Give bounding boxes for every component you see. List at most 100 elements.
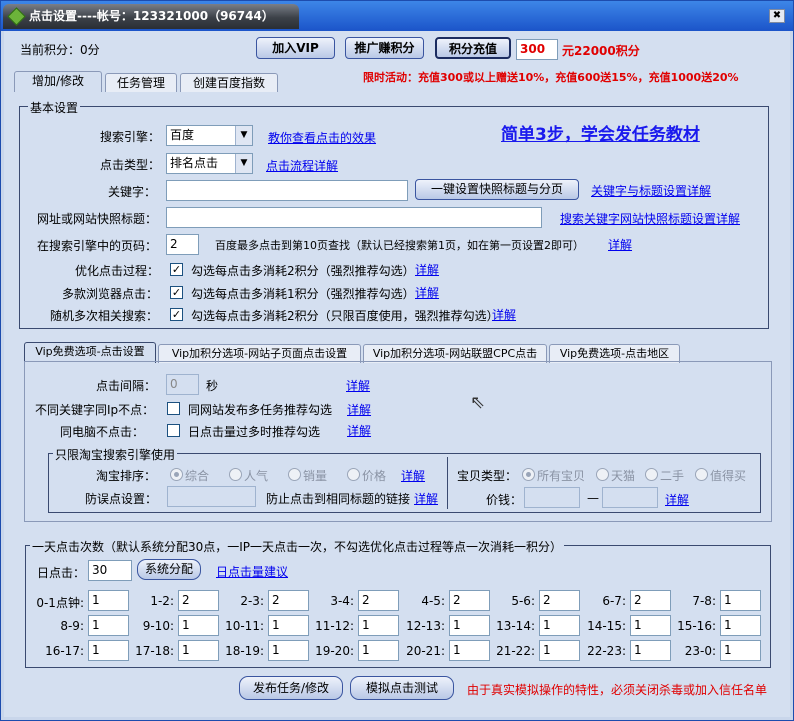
same-pc-label: 同电脑不点击： xyxy=(60,425,145,439)
multi-browser-help-link[interactable]: 详解 xyxy=(415,284,439,301)
simulate-click-button[interactable]: 模拟点击测试 xyxy=(350,676,454,700)
price-max-input[interactable] xyxy=(602,487,658,508)
points-label: 当前积分：0分 xyxy=(20,43,100,57)
engine-select[interactable]: 百度 ▼ xyxy=(166,125,253,146)
type-option-3: 值得买 xyxy=(710,469,747,483)
tab-add-modify[interactable]: 增加/修改 xyxy=(14,71,102,92)
keyword-help-link[interactable]: 关键字与标题设置详解 xyxy=(591,182,711,199)
tab-baidu-index[interactable]: 创建百度指数 xyxy=(180,73,278,92)
optimize-checkbox[interactable]: ✓ xyxy=(170,263,183,276)
recharge-amount-input[interactable]: 300 xyxy=(516,39,558,60)
daily-help-link[interactable]: 日点击量建议 xyxy=(216,563,288,580)
hour-input[interactable]: 1 xyxy=(720,640,761,661)
keyword-input[interactable] xyxy=(166,180,408,201)
optimize-text: 勾选每点击多消耗2积分（强烈推荐勾选） xyxy=(191,264,415,278)
join-vip-button[interactable]: 加入VIP xyxy=(256,37,335,59)
same-ip-label: 不同关键字同Ip不点： xyxy=(35,403,155,417)
hour-label: 2-3: xyxy=(240,594,264,608)
hour-label: 19-20: xyxy=(315,644,354,658)
hour-label: 17-18: xyxy=(135,644,174,658)
type-radio-1[interactable] xyxy=(596,468,609,481)
tab-task-manage[interactable]: 任务管理 xyxy=(105,73,177,92)
type-radio-2[interactable] xyxy=(645,468,658,481)
hour-label: 16-17: xyxy=(45,644,84,658)
same-ip-text: 同网站发布多任务推荐勾选 xyxy=(188,403,333,417)
same-ip-checkbox[interactable] xyxy=(167,402,180,415)
interval-unit: 秒 xyxy=(206,379,219,393)
hour-label: 21-22: xyxy=(496,644,535,658)
client-area: 当前积分：0分 加入VIP 推广赚积分 积分充值 300 元22000积分 限时… xyxy=(4,31,790,717)
hour-label: 23-0: xyxy=(684,644,716,658)
sort-help-link[interactable]: 详解 xyxy=(401,467,425,484)
price-help-link[interactable]: 详解 xyxy=(665,491,689,508)
url-label: 网址或网站快照标题： xyxy=(37,212,158,226)
app-icon xyxy=(7,7,26,26)
sort-option-2: 销量 xyxy=(303,469,328,483)
click-flow-link[interactable]: 点击流程详解 xyxy=(266,157,338,174)
publish-task-button[interactable]: 发布任务/修改 xyxy=(239,676,343,700)
recharge-button[interactable]: 积分充值 xyxy=(435,37,511,59)
sort-radio-0[interactable] xyxy=(170,468,183,481)
hour-label: 1-2: xyxy=(150,594,174,608)
price-min-input[interactable] xyxy=(524,487,580,508)
hour-label: 18-19: xyxy=(225,644,264,658)
optimize-help-link[interactable]: 详解 xyxy=(415,261,439,278)
engine-help-link[interactable]: 教你查看点击的效果 xyxy=(268,129,376,146)
same-pc-text: 日点击量过多时推荐勾选 xyxy=(188,425,321,439)
sort-radio-1[interactable] xyxy=(229,468,242,481)
sort-label: 淘宝排序： xyxy=(96,469,157,483)
main-window: 点击设置----帐号：123321000（96744） ✖ 当前积分：0分 加入… xyxy=(0,0,794,721)
page-note: 百度最多点击到第10页查找（默认已经搜索第1页，如在第一页设置2即可） xyxy=(215,239,584,252)
interval-help-link[interactable]: 详解 xyxy=(346,377,370,394)
random-search-checkbox[interactable]: ✓ xyxy=(170,308,183,321)
close-icon[interactable]: ✖ xyxy=(769,9,785,23)
url-input[interactable] xyxy=(166,207,542,228)
title-tab: 点击设置----帐号：123321000（96744） xyxy=(3,4,299,29)
anti-misclick-help-link[interactable]: 详解 xyxy=(414,490,438,507)
daily-label: 日点击： xyxy=(37,566,86,580)
same-pc-help-link[interactable]: 详解 xyxy=(347,422,371,439)
type-radio-3[interactable] xyxy=(695,468,708,481)
hour-label: 9-10: xyxy=(142,619,174,633)
hour-label: 11-12: xyxy=(315,619,354,633)
recharge-note: 元22000积分 xyxy=(562,44,640,58)
chevron-down-icon[interactable]: ▼ xyxy=(235,154,252,173)
random-search-help-link[interactable]: 详解 xyxy=(492,306,516,323)
hour-label: 7-8: xyxy=(692,594,716,608)
page-input[interactable]: 2 xyxy=(166,234,199,255)
hour-label: 20-21: xyxy=(406,644,445,658)
promo-text: 限时活动：充值300或以上赠送10%，充值600送15%，充值1000送20% xyxy=(363,71,739,84)
url-help-link[interactable]: 搜索关键字网站快照标题设置详解 xyxy=(560,210,740,227)
page-help-link[interactable]: 详解 xyxy=(608,236,632,253)
click-type-select[interactable]: 排名点击 ▼ xyxy=(166,153,253,174)
keyword-label: 关键字： xyxy=(108,185,157,199)
random-search-label: 随机多次相关搜索： xyxy=(50,309,159,323)
chevron-down-icon[interactable]: ▼ xyxy=(235,126,252,145)
hour-input[interactable]: 1 xyxy=(720,590,761,611)
taobao-legend: 只限淘宝搜索引擎使用 xyxy=(53,446,178,463)
promote-button[interactable]: 推广赚积分 xyxy=(345,37,424,59)
system-allocate-button[interactable]: 系统分配 xyxy=(137,559,201,580)
hour-input[interactable]: 1 xyxy=(720,615,761,636)
type-radio-0[interactable] xyxy=(522,468,535,481)
daily-input[interactable]: 30 xyxy=(88,560,132,581)
hour-label: 0-1点钟: xyxy=(36,596,84,610)
sort-radio-2[interactable] xyxy=(288,468,301,481)
interval-label: 点击间隔： xyxy=(96,379,157,393)
sort-radio-3[interactable] xyxy=(347,468,360,481)
daily-clicks-legend: 一天点击次数（默认系统分配30点，一IP一天点击一次，不勾选优化点击过程等点一次… xyxy=(30,538,565,555)
multi-browser-checkbox[interactable]: ✓ xyxy=(170,286,183,299)
one-click-title-button[interactable]: 一键设置快照标题与分页 xyxy=(415,179,579,200)
mouse-cursor-icon: ⇖ xyxy=(470,392,486,413)
multi-browser-text: 勾选每点击多消耗1积分（强烈推荐勾选） xyxy=(191,287,415,301)
same-pc-checkbox[interactable] xyxy=(167,424,180,437)
type-option-2: 二手 xyxy=(660,469,685,483)
anti-misclick-input[interactable] xyxy=(167,486,256,507)
interval-input[interactable]: 0 xyxy=(166,374,199,395)
page-label: 在搜索引擎中的页码： xyxy=(37,239,158,253)
same-ip-help-link[interactable]: 详解 xyxy=(347,401,371,418)
tab-vip-click[interactable]: Vip免费选项-点击设置 xyxy=(24,342,156,363)
title-bar[interactable]: 点击设置----帐号：123321000（96744） ✖ xyxy=(1,1,793,31)
tutorial-link[interactable]: 简单3步，学会发任务教材 xyxy=(501,120,700,145)
click-type-label: 点击类型： xyxy=(100,158,161,172)
